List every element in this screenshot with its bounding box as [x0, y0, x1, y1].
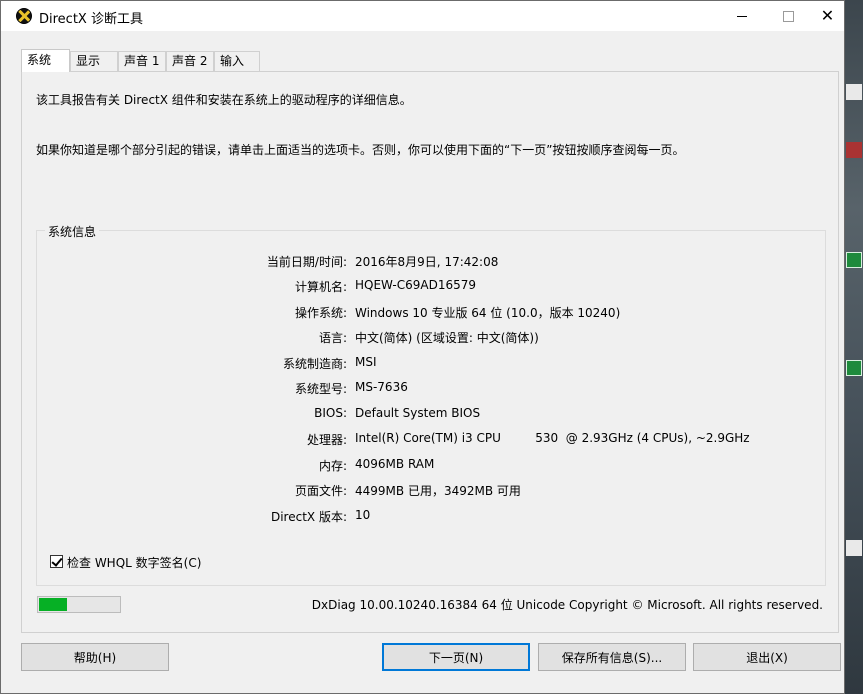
info-label: 计算机名:	[294, 280, 347, 294]
info-value: Windows 10 专业版 64 位 (10.0，版本 10240)	[355, 306, 621, 320]
info-row-memory: 内存: 4096MB RAM	[37, 457, 827, 477]
desktop-background	[845, 0, 863, 694]
minimize-button[interactable]	[719, 1, 765, 31]
close-button[interactable]: ✕	[811, 1, 844, 31]
dxdiag-window: DirectX 诊断工具 ✕ 系统 显示 声音 1 声音 2 输入 该工具报告有…	[0, 0, 845, 694]
info-value: Default System BIOS	[355, 406, 481, 420]
info-row-pagefile: 页面文件: 4499MB 已用，3492MB 可用	[37, 482, 827, 502]
desktop-shortcut-icon[interactable]	[846, 540, 862, 556]
info-label: 处理器:	[306, 433, 347, 447]
info-row-directx-version: DirectX 版本: 10	[37, 508, 827, 528]
info-row-processor: 处理器: Intel(R) Core(TM) i3 CPU 530 @ 2.93…	[37, 431, 827, 451]
info-row-datetime: 当前日期/时间: 2016年8月9日, 17:42:08	[37, 253, 827, 273]
system-info-group: 系统信息 当前日期/时间: 2016年8月9日, 17:42:08 计算机名: …	[36, 223, 827, 586]
whql-checkbox-label[interactable]: 检查 WHQL 数字签名(C)	[67, 554, 201, 571]
intro-text-1: 该工具报告有关 DirectX 组件和安装在系统上的驱动程序的详细信息。	[36, 93, 412, 107]
info-label: 系统型号:	[294, 382, 347, 396]
progress-fill	[39, 598, 67, 611]
info-value: 4096MB RAM	[355, 457, 435, 471]
whql-checkbox[interactable]	[50, 555, 63, 568]
info-label: 内存:	[318, 459, 347, 473]
minimize-icon	[737, 15, 747, 17]
info-label: BIOS:	[314, 406, 347, 420]
info-label: 操作系统:	[294, 306, 347, 320]
exit-button[interactable]: 退出(X)	[693, 643, 841, 671]
title-bar[interactable]: DirectX 诊断工具 ✕	[1, 1, 844, 31]
info-row-computer-name: 计算机名: HQEW-C69AD16579	[37, 278, 827, 298]
tab-panel-system: 该工具报告有关 DirectX 组件和安装在系统上的驱动程序的详细信息。 如果你…	[21, 71, 839, 633]
desktop-shortcut-icon[interactable]	[846, 142, 862, 158]
info-value: MSI	[355, 355, 377, 369]
help-button[interactable]: 帮助(H)	[21, 643, 169, 671]
progress-bar	[37, 596, 121, 613]
tab-sound-1[interactable]: 声音 1	[118, 51, 166, 71]
version-copyright-text: DxDiag 10.00.10240.16384 64 位 Unicode Co…	[311, 598, 823, 612]
info-value: 4499MB 已用，3492MB 可用	[355, 484, 521, 498]
info-row-model: 系统型号: MS-7636	[37, 380, 827, 400]
intro-text-2: 如果你知道是哪个部分引起的错误，请单击上面适当的选项卡。否则，你可以使用下面的“…	[36, 143, 685, 157]
info-row-bios: BIOS: Default System BIOS	[37, 406, 827, 426]
desktop-shortcut-icon[interactable]	[846, 252, 862, 268]
info-label: DirectX 版本:	[270, 510, 347, 524]
info-label: 当前日期/时间:	[266, 255, 347, 269]
save-all-info-button[interactable]: 保存所有信息(S)...	[538, 643, 686, 671]
maximize-icon	[782, 10, 794, 22]
desktop-shortcut-icon[interactable]	[846, 84, 862, 100]
info-value: MS-7636	[355, 380, 408, 394]
group-title: 系统信息	[45, 223, 100, 240]
desktop-shortcut-icon[interactable]	[846, 360, 862, 376]
window-title: DirectX 诊断工具	[39, 12, 143, 27]
maximize-button	[765, 1, 811, 31]
tab-sound-2[interactable]: 声音 2	[166, 51, 214, 71]
info-label: 语言:	[318, 331, 347, 345]
tab-input[interactable]: 输入	[214, 51, 260, 71]
info-value: HQEW-C69AD16579	[355, 278, 477, 292]
info-row-os: 操作系统: Windows 10 专业版 64 位 (10.0，版本 10240…	[37, 304, 827, 324]
info-value: Intel(R) Core(TM) i3 CPU 530 @ 2.93GHz (…	[355, 431, 750, 445]
info-row-manufacturer: 系统制造商: MSI	[37, 355, 827, 375]
directx-icon	[16, 8, 32, 24]
tab-display[interactable]: 显示	[70, 51, 118, 71]
info-value: 中文(简体) (区域设置: 中文(简体))	[355, 331, 539, 345]
info-label: 页面文件:	[294, 484, 347, 498]
info-label: 系统制造商:	[282, 357, 347, 371]
info-value: 2016年8月9日, 17:42:08	[355, 255, 499, 269]
info-row-language: 语言: 中文(简体) (区域设置: 中文(简体))	[37, 329, 827, 349]
next-page-button[interactable]: 下一页(N)	[382, 643, 530, 671]
close-icon: ✕	[820, 6, 835, 25]
info-value: 10	[355, 508, 371, 522]
tab-system[interactable]: 系统	[21, 49, 70, 72]
